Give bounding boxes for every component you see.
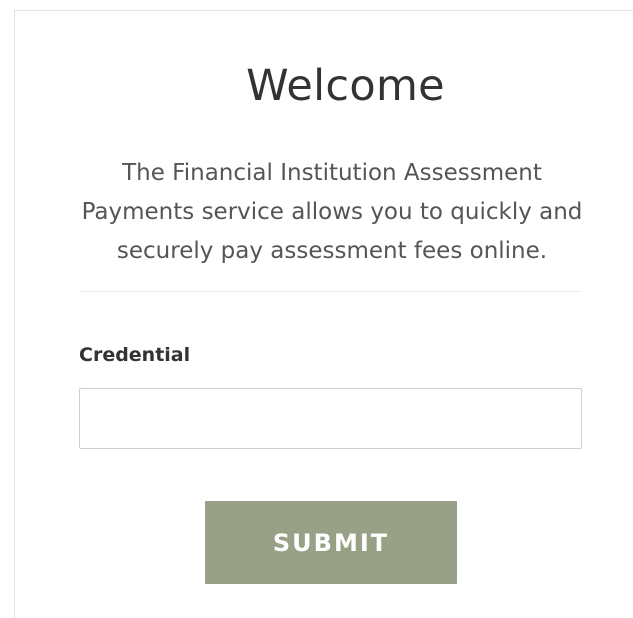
page-title: Welcome (246, 61, 445, 111)
submit-button[interactable]: SUBMIT (205, 501, 457, 584)
service-description: The Financial Institution Assessment Pay… (81, 160, 583, 264)
section-divider (79, 291, 582, 292)
credential-input[interactable] (79, 388, 582, 449)
welcome-card: Welcome The Financial Institution Assess… (14, 10, 633, 618)
credential-label: Credential (79, 344, 191, 366)
